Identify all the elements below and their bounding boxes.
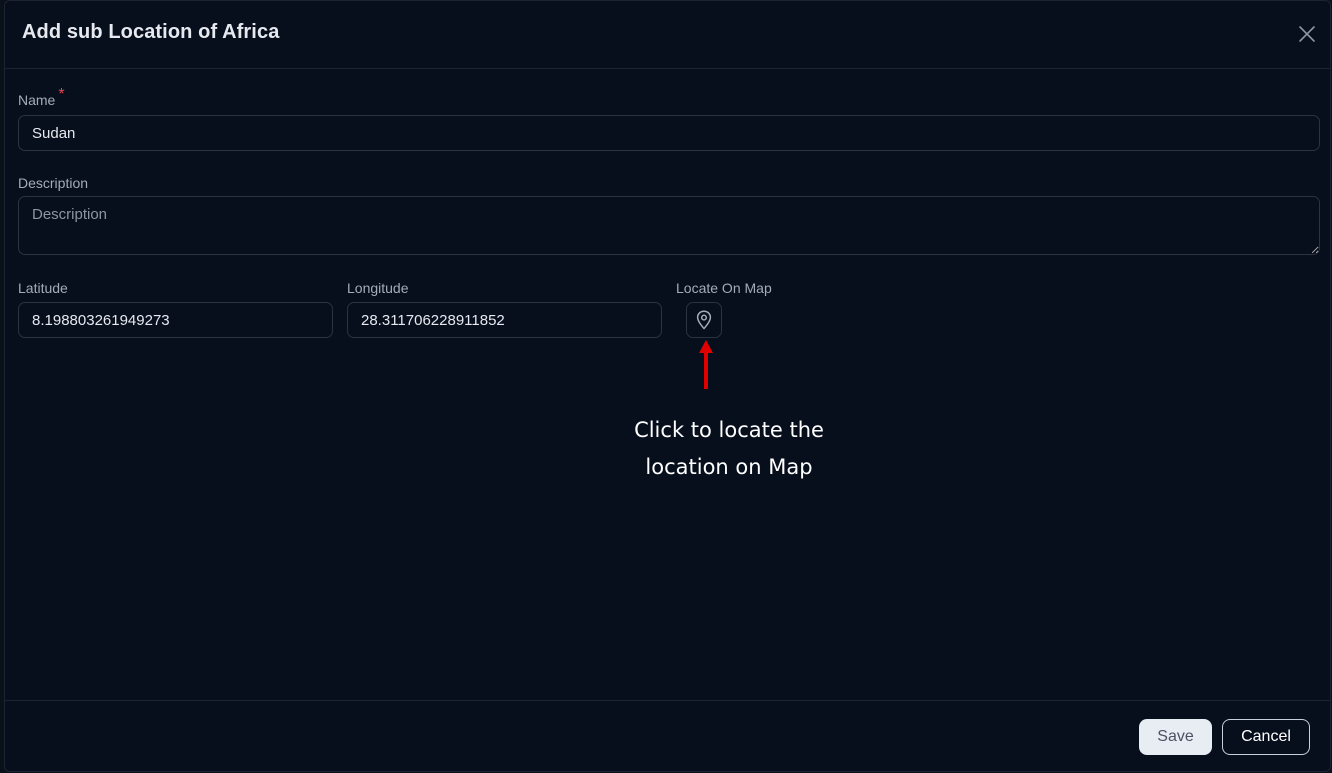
- latitude-label: Latitude: [18, 280, 68, 296]
- cancel-button[interactable]: Cancel: [1222, 719, 1310, 755]
- dialog-title: Add sub Location of Africa: [22, 21, 280, 43]
- description-label: Description: [18, 175, 89, 191]
- dialog-footer: Save Cancel: [5, 700, 1330, 771]
- locate-on-map-button[interactable]: [686, 302, 722, 338]
- dialog-header: Add sub Location of Africa: [5, 1, 1330, 69]
- longitude-label: Longitude: [347, 280, 409, 296]
- save-button[interactable]: Save: [1139, 719, 1212, 755]
- name-label-text: Name: [18, 92, 56, 108]
- close-icon: [1299, 26, 1315, 42]
- latitude-input[interactable]: [18, 302, 333, 338]
- annotation-line-2: location on Map: [645, 455, 813, 479]
- description-input[interactable]: [18, 196, 1320, 255]
- locate-on-map-label: Locate On Map: [676, 280, 772, 296]
- longitude-input[interactable]: [347, 302, 662, 338]
- required-marker: *: [58, 86, 65, 103]
- annotation-arrow: [699, 340, 713, 389]
- name-label: Name *: [18, 86, 65, 110]
- map-pin-icon: [696, 310, 712, 330]
- name-input[interactable]: [18, 115, 1320, 151]
- annotation-line-1: Click to locate the: [634, 418, 824, 442]
- add-sub-location-dialog: Add sub Location of Africa Name* Descrip…: [4, 0, 1331, 772]
- annotation-text: Click to locate the location on Map: [609, 412, 849, 486]
- close-button[interactable]: [1296, 23, 1318, 45]
